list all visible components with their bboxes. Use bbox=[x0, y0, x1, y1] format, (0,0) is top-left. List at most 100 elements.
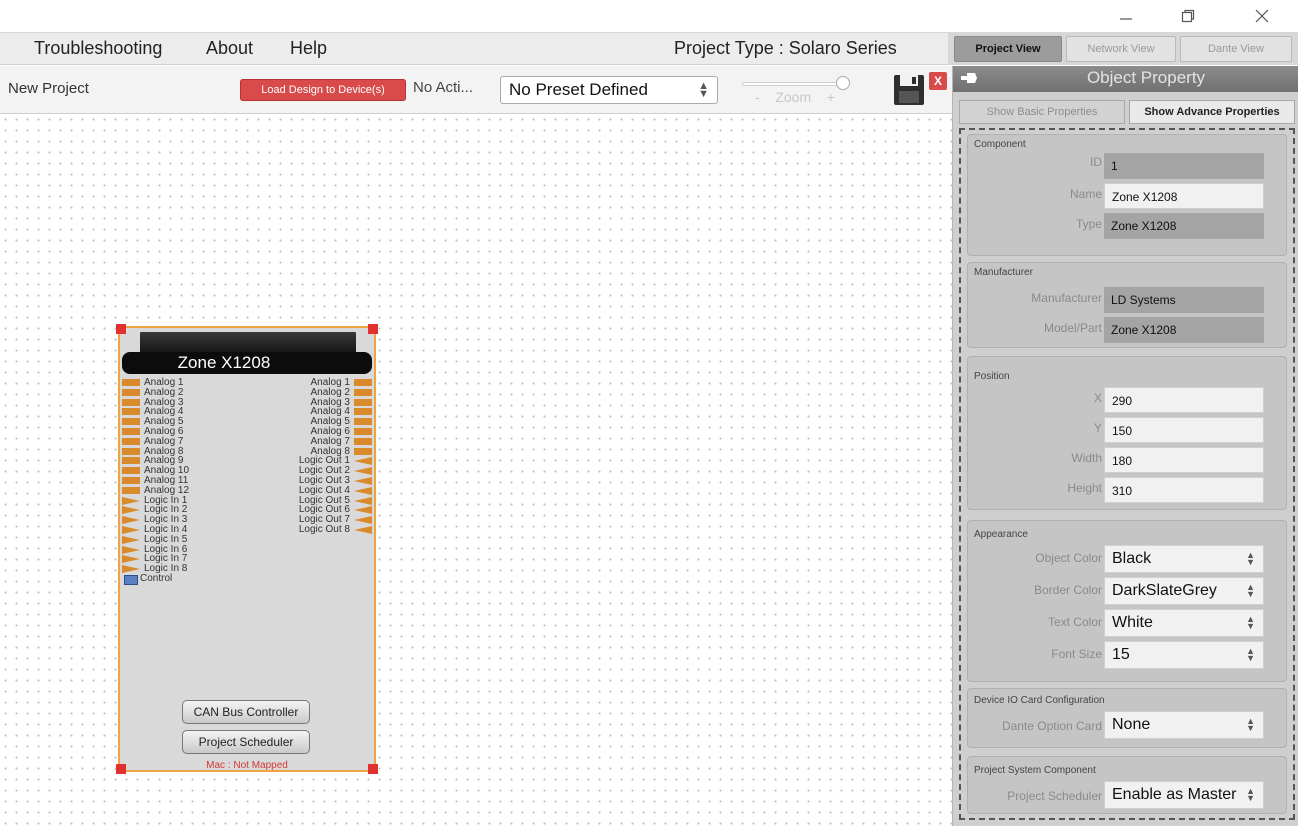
logic-output-pin[interactable] bbox=[354, 506, 372, 515]
logic-output-pin[interactable] bbox=[354, 526, 372, 534]
type-label: Type bbox=[1075, 217, 1102, 231]
close-icon bbox=[1255, 9, 1269, 23]
control-label: Control bbox=[140, 573, 173, 584]
tab-project-view[interactable]: Project View bbox=[954, 36, 1062, 62]
analog-input-pin[interactable] bbox=[122, 418, 140, 426]
logic-input-pin[interactable] bbox=[122, 506, 140, 515]
logic-output-pin[interactable] bbox=[354, 516, 372, 525]
tab-network-view[interactable]: Network View bbox=[1066, 36, 1176, 62]
logic-output-pin[interactable] bbox=[354, 486, 372, 495]
analog-output-pin[interactable] bbox=[354, 398, 372, 406]
analog-input-pin[interactable] bbox=[122, 477, 140, 484]
save-icon[interactable] bbox=[893, 74, 925, 106]
toolbar: New Project Load Design to Device(s) No … bbox=[0, 66, 952, 114]
tab-advance-properties[interactable]: Show Advance Properties bbox=[1129, 100, 1295, 124]
zoom-slider-handle[interactable] bbox=[835, 76, 850, 90]
analog-output-pin[interactable] bbox=[354, 428, 372, 435]
preset-value: No Preset Defined bbox=[509, 80, 648, 99]
restore-icon bbox=[1181, 9, 1195, 23]
group-title: Manufacturer bbox=[974, 267, 1033, 278]
zoom-plus-label: + bbox=[826, 89, 835, 105]
height-field[interactable]: 310 bbox=[1104, 477, 1264, 503]
logic-input-pin[interactable] bbox=[122, 535, 140, 544]
select-arrows-icon: ▲ ▼ bbox=[1246, 582, 1255, 599]
analog-input-pin[interactable] bbox=[122, 486, 140, 494]
close-window-button[interactable] bbox=[1240, 2, 1284, 30]
property-tabs: Show Basic Properties Show Advance Prope… bbox=[959, 100, 1295, 124]
zoom-slider[interactable] bbox=[742, 82, 848, 86]
object-color-select[interactable]: Black ▲ ▼ bbox=[1104, 545, 1264, 573]
tab-dante-view[interactable]: Dante View bbox=[1180, 36, 1292, 62]
tab-basic-properties[interactable]: Show Basic Properties bbox=[959, 100, 1125, 124]
analog-input-pin[interactable] bbox=[122, 428, 140, 435]
resize-handle[interactable] bbox=[368, 324, 378, 334]
load-design-button[interactable]: Load Design to Device(s) bbox=[240, 79, 406, 101]
logic-input-pin[interactable] bbox=[122, 516, 140, 525]
logic-output-pin[interactable] bbox=[354, 477, 372, 485]
output-port-label: Logic Out 8 bbox=[298, 524, 350, 535]
logic-input-pin[interactable] bbox=[122, 555, 140, 564]
analog-output-pin[interactable] bbox=[354, 379, 372, 386]
project-scheduler-button[interactable]: Project Scheduler bbox=[182, 730, 310, 754]
analog-input-pin[interactable] bbox=[122, 398, 140, 406]
model-label: Model/Part bbox=[1043, 321, 1102, 335]
logic-output-pin[interactable] bbox=[354, 467, 372, 476]
text-color-value: White bbox=[1112, 614, 1153, 631]
device-image bbox=[140, 332, 356, 354]
border-color-select[interactable]: DarkSlateGrey ▲ ▼ bbox=[1104, 577, 1264, 605]
group-title: Device IO Card Configuration bbox=[974, 695, 1105, 706]
manufacturer-value: LD Systems bbox=[1104, 287, 1264, 313]
y-label: Y bbox=[1093, 421, 1102, 435]
analog-input-pin[interactable] bbox=[122, 388, 140, 396]
text-color-select[interactable]: White ▲ ▼ bbox=[1104, 609, 1264, 637]
menu-help[interactable]: Help bbox=[290, 38, 327, 59]
analog-output-pin[interactable] bbox=[354, 388, 372, 396]
resize-handle[interactable] bbox=[116, 324, 126, 334]
zoom-caption: - Zoom + bbox=[740, 89, 850, 105]
analog-input-pin[interactable] bbox=[122, 447, 140, 455]
analog-output-pin[interactable] bbox=[354, 437, 372, 445]
menu-about[interactable]: About bbox=[206, 38, 253, 59]
close-project-button[interactable]: X bbox=[929, 72, 947, 90]
logic-input-pin[interactable] bbox=[122, 496, 140, 505]
font-size-select[interactable]: 15 ▲ ▼ bbox=[1104, 641, 1264, 669]
name-field[interactable]: Zone X1208 bbox=[1104, 183, 1264, 209]
y-field[interactable]: 150 bbox=[1104, 417, 1264, 443]
control-expand-icon[interactable] bbox=[124, 575, 138, 585]
x-field[interactable]: 290 bbox=[1104, 387, 1264, 413]
io-card-group: Device IO Card Configuration Dante Optio… bbox=[967, 688, 1287, 748]
analog-output-pin[interactable] bbox=[354, 408, 372, 416]
view-tabs: Project View Network View Dante View bbox=[948, 32, 1298, 65]
group-title: Component bbox=[974, 139, 1026, 150]
minimize-button[interactable] bbox=[1104, 2, 1148, 30]
group-title: Appearance bbox=[974, 529, 1028, 540]
analog-input-pin[interactable] bbox=[122, 437, 140, 445]
analog-input-pin[interactable] bbox=[122, 467, 140, 475]
analog-output-pin[interactable] bbox=[354, 418, 372, 426]
device-block[interactable]: Zone X1208 Analog 1 Analog 2 Analog 3 Analo… bbox=[116, 324, 378, 774]
preset-select[interactable]: No Preset Defined ▲ ▼ bbox=[500, 76, 718, 104]
width-field[interactable]: 180 bbox=[1104, 447, 1264, 473]
manufacturer-group: Manufacturer Manufacturer LD Systems Mod… bbox=[967, 262, 1287, 348]
can-bus-controller-button[interactable]: CAN Bus Controller bbox=[182, 700, 310, 724]
x-label: X bbox=[1093, 391, 1102, 405]
zoom-minus-label: - bbox=[755, 89, 760, 105]
logic-output-pin[interactable] bbox=[354, 496, 372, 505]
restore-button[interactable] bbox=[1166, 2, 1210, 30]
analog-input-pin[interactable] bbox=[122, 408, 140, 416]
action-status: No Acti... bbox=[413, 79, 474, 96]
analog-input-pin[interactable] bbox=[122, 379, 140, 386]
id-label: ID bbox=[1090, 155, 1102, 169]
scheduler-select[interactable]: Enable as Master ▲ ▼ bbox=[1104, 781, 1264, 809]
logic-input-pin[interactable] bbox=[122, 526, 140, 534]
logic-input-pin[interactable] bbox=[122, 565, 140, 574]
analog-output-pin[interactable] bbox=[354, 447, 372, 455]
component-group: Component ID 1 Name Zone X1208 Type Zone… bbox=[967, 134, 1287, 256]
dante-card-select[interactable]: None ▲ ▼ bbox=[1104, 711, 1264, 739]
menu-troubleshooting[interactable]: Troubleshooting bbox=[34, 38, 162, 59]
logic-output-pin[interactable] bbox=[354, 457, 372, 466]
minimize-icon bbox=[1120, 18, 1132, 20]
dante-card-label: Dante Option Card bbox=[1001, 719, 1102, 733]
analog-input-pin[interactable] bbox=[122, 457, 140, 465]
logic-input-pin[interactable] bbox=[122, 545, 140, 554]
